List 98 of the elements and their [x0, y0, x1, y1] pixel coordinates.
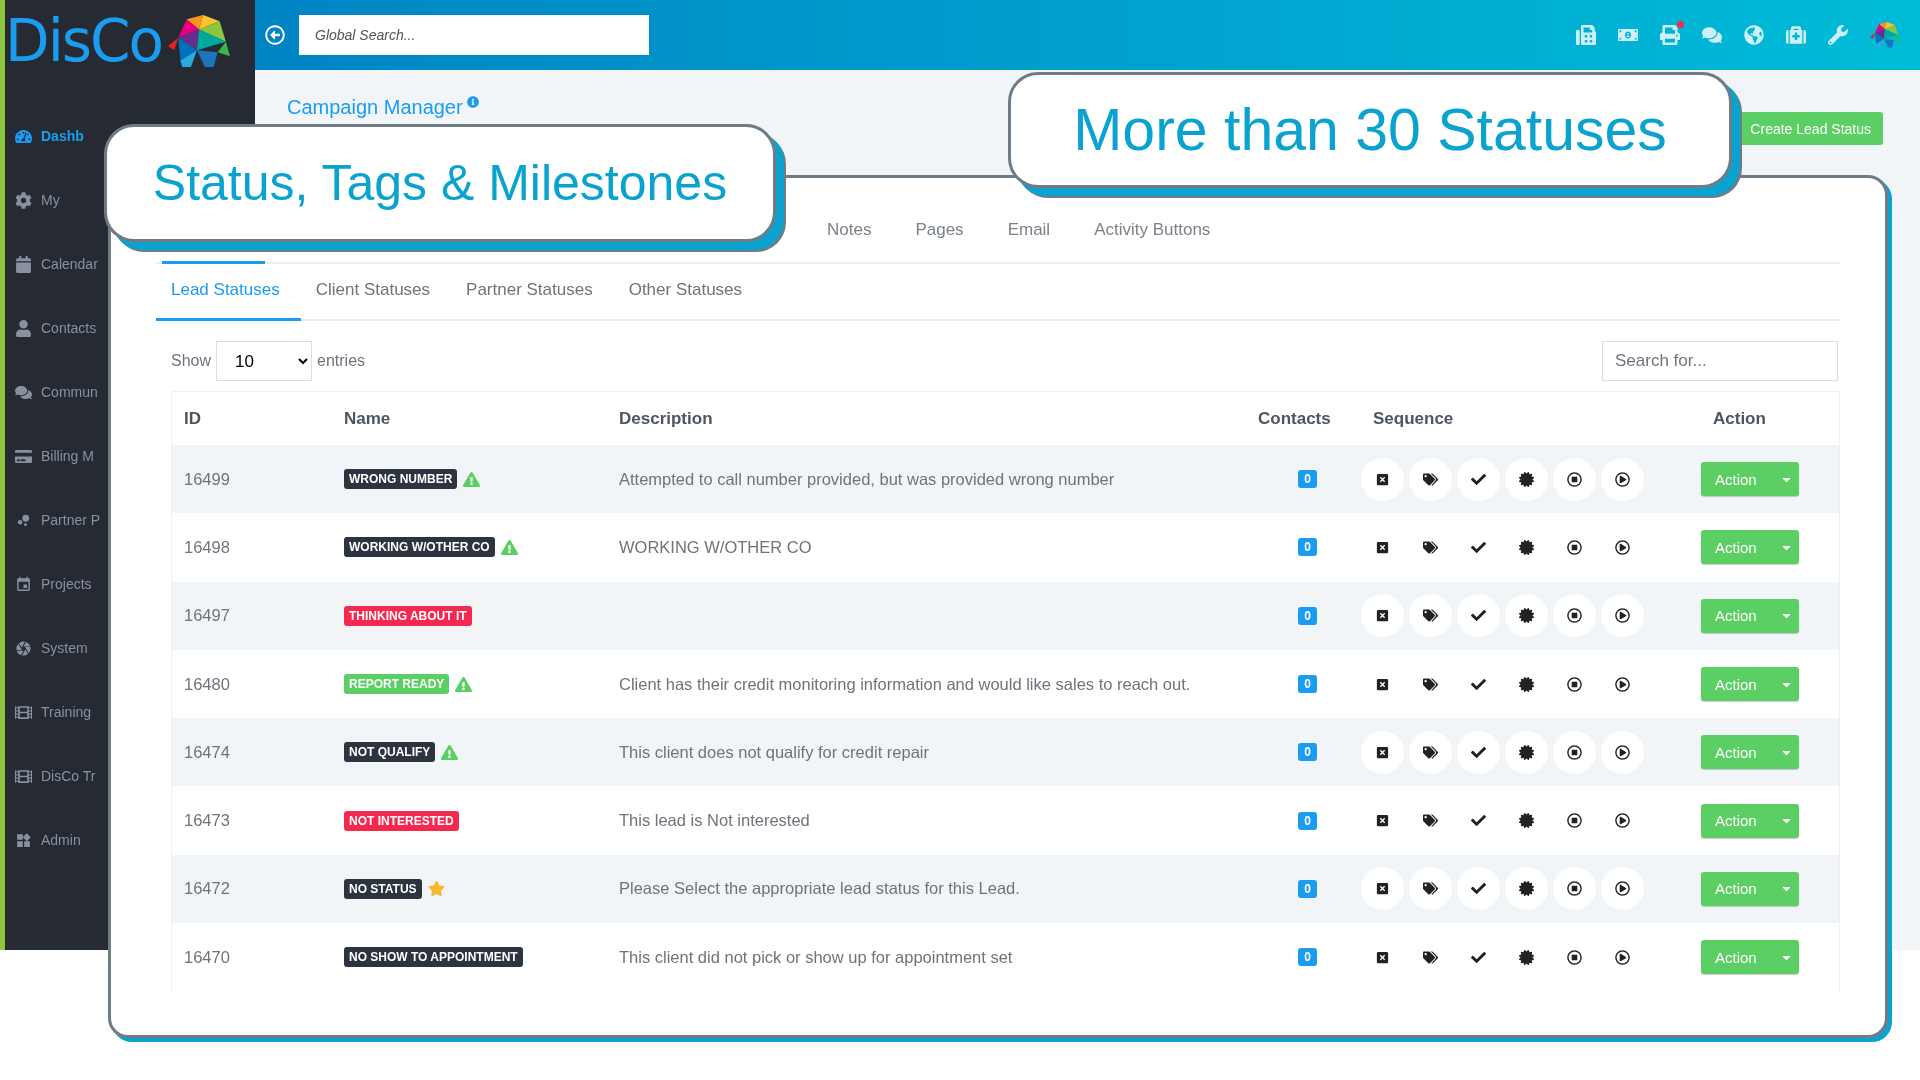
- status-badge: THINKING ABOUT IT: [344, 605, 472, 626]
- gear-icon: [15, 191, 32, 209]
- table-cell-text: 16470: [183, 947, 231, 967]
- status-tab[interactable]: Client Statuses: [300, 261, 452, 321]
- column-header: Action: [1712, 408, 1767, 429]
- contacts-count: 0: [1298, 675, 1317, 694]
- column-header: Contacts: [1257, 408, 1332, 429]
- contacts-count: 0: [1298, 948, 1317, 967]
- sidebar-item[interactable]: Dashb: [5, 104, 84, 168]
- table-cell-text: This client did not pick or show up for appointment set: [618, 947, 1014, 967]
- status-badge: NOT INTERESTED: [344, 810, 459, 831]
- table-cell-text: 16497: [183, 606, 231, 626]
- status-tab[interactable]: Lead Statuses: [156, 261, 301, 321]
- search-field[interactable]: Search for...: [1602, 341, 1838, 381]
- sidebar-item[interactable]: Contacts: [5, 296, 97, 360]
- column-header: ID: [183, 408, 202, 429]
- logo-text: DisCo: [5, 7, 162, 75]
- tags-icon[interactable]: [1409, 457, 1452, 501]
- chat-icon: [15, 383, 32, 401]
- play-circle-icon[interactable]: [1601, 867, 1644, 911]
- film-icon: [15, 767, 32, 785]
- column-header: Description: [618, 408, 714, 429]
- play-circle-icon[interactable]: [1601, 594, 1644, 638]
- table-cell-text: 16472: [183, 879, 231, 899]
- table-cell-text: 16498: [183, 537, 231, 557]
- status-badge: REPORT READY: [344, 674, 450, 695]
- table-cell-text: This lead is Not interested: [618, 811, 811, 831]
- status-badge: NOT QUALIFY: [344, 742, 436, 763]
- status-tab[interactable]: Other Statuses: [613, 261, 764, 321]
- entries-select[interactable]: 10: [216, 341, 313, 381]
- contacts-count: 0: [1298, 470, 1317, 489]
- sidebar-item[interactable]: DisCo Tr: [5, 744, 96, 808]
- check-icon[interactable]: [1457, 457, 1500, 501]
- column-header: Sequence: [1372, 408, 1455, 429]
- status-badge: WORKING W/OTHER CO: [344, 537, 495, 558]
- status-tab[interactable]: Partner Statuses: [451, 261, 614, 321]
- calendar-icon: [15, 255, 32, 273]
- gauge-icon: [15, 127, 32, 145]
- sidebar-item[interactable]: My: [5, 168, 60, 232]
- check-icon[interactable]: [1457, 730, 1500, 774]
- contacts-count: 0: [1298, 811, 1317, 830]
- seal-icon[interactable]: [1505, 594, 1548, 638]
- contacts-count: 0: [1298, 743, 1317, 762]
- seal-icon[interactable]: [1505, 457, 1548, 501]
- check-icon[interactable]: [1457, 594, 1500, 638]
- status-badge: WRONG NUMBER: [344, 469, 458, 490]
- tags-icon[interactable]: [1409, 867, 1452, 911]
- sidebar-item[interactable]: Calendar: [5, 232, 98, 296]
- tags-icon[interactable]: [1409, 730, 1452, 774]
- sidebar-item[interactable]: Partner P: [5, 488, 101, 552]
- contacts-count: 0: [1298, 606, 1317, 625]
- calendar-icon: [15, 575, 32, 593]
- entries-label: entries: [317, 352, 366, 370]
- sidebar-item[interactable]: Training: [5, 680, 92, 744]
- avatar-icon: [1870, 22, 1900, 48]
- table-cell-text: This client does not qualify for credit repair: [618, 742, 930, 762]
- table-cell-text: Please Select the appropriate lead status for this Lead.: [618, 879, 1021, 899]
- contacts-count: 0: [1298, 879, 1317, 898]
- table-cell-text: Attempted to call number provided, but was provided wrong number: [618, 469, 1116, 489]
- play-circle-icon[interactable]: [1601, 457, 1644, 501]
- aperture-icon: [15, 639, 32, 657]
- sidebar-item[interactable]: Commun: [5, 360, 98, 424]
- stop-circle-icon[interactable]: [1553, 457, 1596, 501]
- page-title: Campaign Manager: [287, 96, 463, 119]
- table-cell-text: 16474: [183, 742, 231, 762]
- tab[interactable]: Email: [991, 220, 1067, 240]
- tab[interactable]: Notes: [811, 220, 888, 240]
- tags-icon[interactable]: [1409, 594, 1452, 638]
- contacts-count: 0: [1298, 538, 1317, 557]
- back-arrow-icon[interactable]: [265, 25, 285, 45]
- show-label: Show: [171, 352, 212, 370]
- sidebar-item[interactable]: Billing M: [5, 424, 94, 488]
- stop-circle-icon[interactable]: [1553, 594, 1596, 638]
- global-search-field[interactable]: Global Search...: [299, 15, 649, 55]
- film-icon: [15, 703, 32, 721]
- status-badge: NO STATUS: [344, 878, 422, 899]
- table-cell-text: 16499: [183, 469, 231, 489]
- column-header: Name: [343, 408, 392, 429]
- credit-card-icon: [15, 447, 32, 465]
- elephant-logo-icon: [168, 14, 230, 68]
- sidebar-item[interactable]: Admin: [5, 808, 81, 872]
- table-cell-text: Client has their credit monitoring information and would like sales to reach out.: [618, 674, 1192, 694]
- tab[interactable]: Activity Buttons: [1078, 220, 1227, 240]
- sidebar-item[interactable]: System: [5, 616, 88, 680]
- status-badge: NO SHOW TO APPOINTMENT: [344, 947, 523, 968]
- seal-icon[interactable]: [1505, 730, 1548, 774]
- seal-icon[interactable]: [1505, 867, 1548, 911]
- check-icon[interactable]: [1457, 867, 1500, 911]
- table-cell-text: 16480: [183, 674, 231, 694]
- table-cell-text: 16473: [183, 811, 231, 831]
- sidebar-item[interactable]: Projects: [5, 552, 92, 616]
- stop-circle-icon[interactable]: [1553, 730, 1596, 774]
- widgets-icon: [15, 831, 32, 849]
- tab[interactable]: Pages: [899, 220, 980, 240]
- stop-circle-icon[interactable]: [1553, 867, 1596, 911]
- table-cell-text: WORKING W/OTHER CO: [618, 537, 813, 557]
- user-icon: [15, 319, 32, 337]
- play-circle-icon[interactable]: [1601, 730, 1644, 774]
